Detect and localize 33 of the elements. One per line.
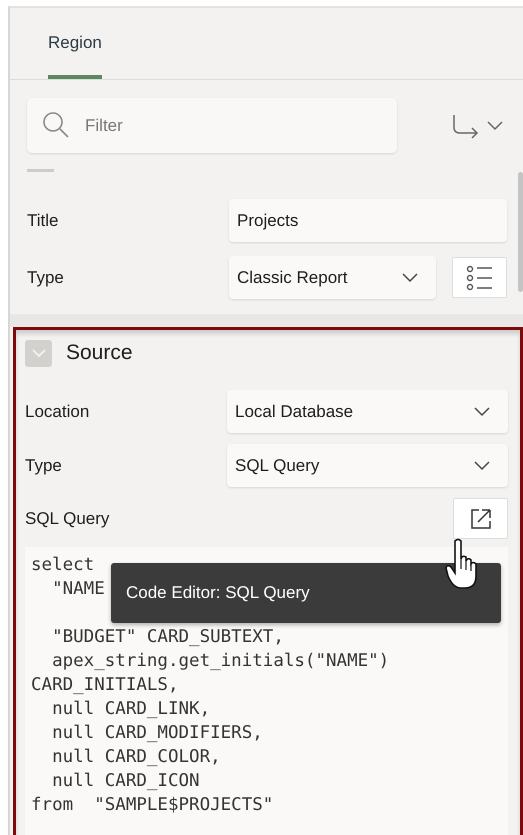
tooltip: Code Editor: SQL Query [111, 563, 501, 623]
collapse-toggle[interactable] [25, 340, 52, 366]
expand-icon [470, 508, 492, 530]
select-field[interactable]: Classic Report [229, 256, 436, 299]
property-label: SQL Query [25, 508, 110, 528]
property-label: Type [27, 268, 65, 288]
code-line: from "SAMPLE$PROJECTS" [31, 794, 274, 817]
scrollbar[interactable] [518, 172, 523, 292]
list-icon [466, 264, 494, 290]
filter-field[interactable]: Filter [27, 98, 397, 153]
select-field[interactable]: Local Database [227, 390, 508, 433]
code-line: null CARD_LINK, [51, 698, 210, 721]
list-button[interactable] [452, 257, 507, 298]
code-line: CARD_INITIALS, [31, 674, 179, 697]
code-editor-button[interactable] [453, 498, 508, 539]
tab[interactable]: Region [48, 8, 102, 79]
property-label: Location [25, 402, 90, 422]
chevron-down-icon [474, 460, 490, 470]
chevron-down-icon [474, 406, 490, 416]
property-label: Type [25, 456, 63, 476]
section-title: Source [66, 341, 133, 365]
search-icon [41, 110, 71, 140]
code-line: "BUDGET" CARD_SUBTEXT, [51, 626, 284, 649]
chevron-down-icon [402, 272, 418, 282]
text-field[interactable]: Projects [229, 199, 507, 242]
code-line: select [31, 554, 94, 577]
code-line: null CARD_MODIFIERS, [51, 722, 263, 745]
select-field[interactable]: SQL Query [227, 444, 508, 487]
code-line: "NAME [51, 578, 105, 601]
property-label: Title [27, 210, 60, 230]
code-line: apex_string.get_initials("NAME") [51, 650, 390, 673]
code-line: null CARD_ICON [51, 770, 200, 793]
code-line: null CARD_COLOR, [51, 746, 221, 769]
